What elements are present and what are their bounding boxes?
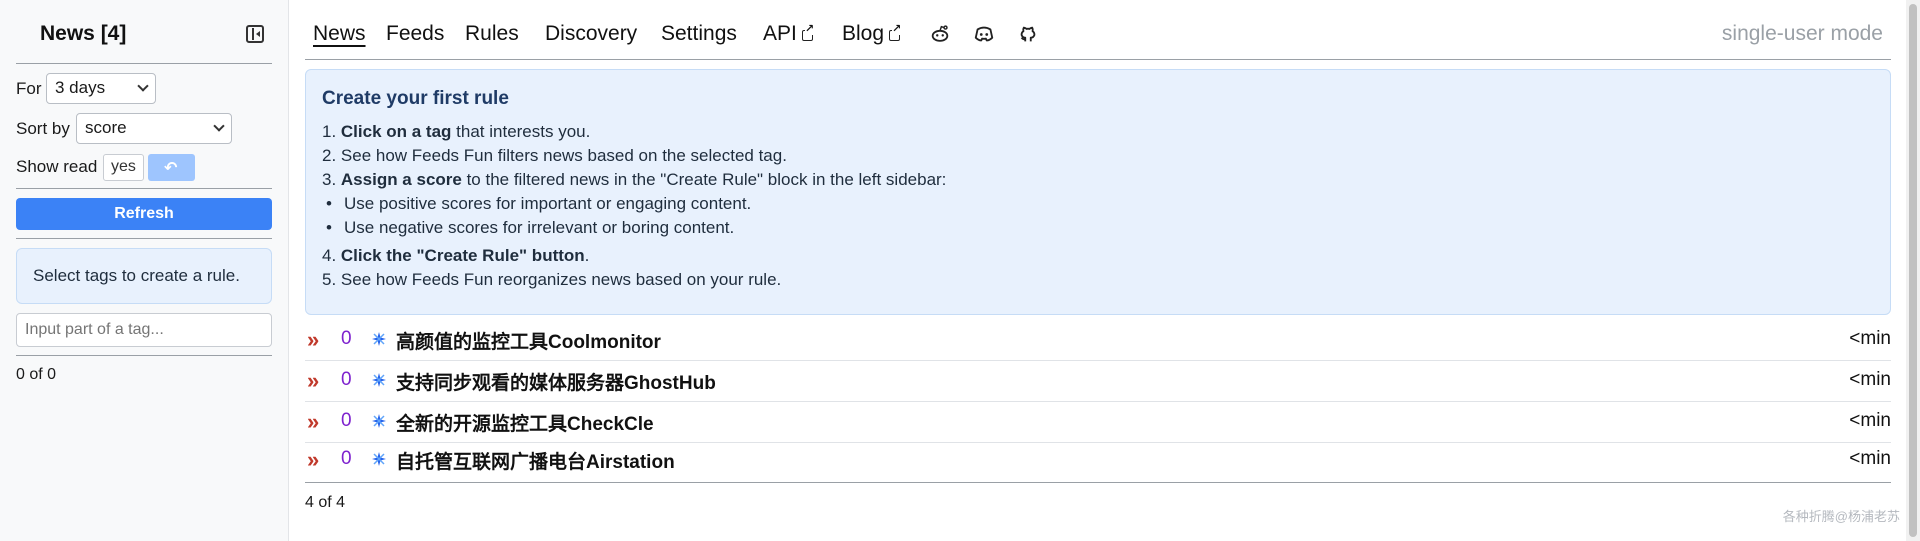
news-score: 0 <box>341 448 352 469</box>
guide-bullet: Use negative scores for irrelevant or bo… <box>326 216 1874 240</box>
first-rule-guide: Create your first rule 1. Click on a tag… <box>305 69 1891 315</box>
news-time: <min <box>1849 328 1891 349</box>
nav-settings[interactable]: Settings <box>661 22 737 46</box>
news-time: <min <box>1849 448 1891 469</box>
watermark: 各种折腾@杨浦老苏 <box>1782 509 1900 524</box>
nav-rules[interactable]: Rules <box>465 22 519 46</box>
guide-step-1: 1. Click on a tag that interests you. <box>322 120 1874 144</box>
guide-step-5: 5. See how Feeds Fun reorganizes news ba… <box>322 270 782 289</box>
step-emphasis: Click the "Create Rule" button <box>340 246 585 265</box>
step-number: 3. <box>322 170 341 189</box>
nav-blog[interactable]: Blog <box>842 22 902 46</box>
step-number: 1. <box>322 122 341 141</box>
main-content: News Feeds Rules Discovery Settings API … <box>289 0 1920 541</box>
step-text: that interests you. <box>451 122 591 141</box>
period-label: For <box>16 79 42 98</box>
chevron-down-icon <box>137 80 149 92</box>
open-arrow-icon[interactable]: » <box>307 327 319 353</box>
undo-button[interactable]: ↶ <box>148 154 195 181</box>
guide-step-2: 2. See how Feeds Fun filters news based … <box>322 146 787 165</box>
guide-title: Create your first rule <box>322 88 509 109</box>
news-score: 0 <box>341 369 352 390</box>
divider <box>16 188 272 189</box>
github-icon[interactable] <box>1017 23 1039 45</box>
news-title[interactable]: 自托管互联网广播电台Airstation <box>396 447 675 474</box>
news-list: » 0 高颜值的监控工具Coolmonitor <min » 0 支持同步观看的… <box>305 320 1891 483</box>
period-value: 3 days <box>55 78 106 97</box>
chevron-down-icon <box>213 120 225 132</box>
news-time: <min <box>1849 410 1891 431</box>
step-emphasis: Click on a tag <box>340 122 452 141</box>
nav-news[interactable]: News <box>313 22 366 46</box>
star-tag-icon <box>372 414 386 428</box>
mode-label: single-user mode <box>1721 22 1883 45</box>
news-score: 0 <box>341 410 352 431</box>
step-text: to the filtered news in the "Create Rule… <box>461 170 947 189</box>
sidebar: News [4] For 3 days Sort by score Show r… <box>0 0 289 541</box>
news-time: <min <box>1849 369 1891 390</box>
nav-feeds[interactable]: Feeds <box>386 22 444 46</box>
news-title[interactable]: 高颜值的监控工具Coolmonitor <box>396 327 661 354</box>
news-score: 0 <box>341 328 352 349</box>
nav-discovery[interactable]: Discovery <box>545 22 637 46</box>
step-text: . <box>584 246 590 265</box>
tag-search-input[interactable] <box>16 313 272 347</box>
guide-step-3: 3. Assign a score to the filtered news i… <box>322 168 1874 192</box>
refresh-button[interactable]: Refresh <box>16 198 272 230</box>
undo-icon: ↶ <box>164 160 178 177</box>
sidebar-collapse-icon[interactable] <box>246 25 264 43</box>
show-read-toggle[interactable]: yes <box>103 154 144 181</box>
news-title[interactable]: 支持同步观看的媒体服务器GhostHub <box>396 368 716 395</box>
news-item[interactable]: » 0 全新的开源监控工具CheckCle <min <box>305 402 1891 443</box>
period-row: For 3 days <box>16 73 272 105</box>
guide-bullet: Use positive scores for important or eng… <box>326 192 1874 216</box>
sidebar-title: News [4] <box>40 22 127 45</box>
rule-hint: Select tags to create a rule. <box>16 248 272 304</box>
guide-step-4: 4. Click the "Create Rule" button. <box>322 244 1874 268</box>
news-item[interactable]: » 0 高颜值的监控工具Coolmonitor <min <box>305 320 1891 361</box>
open-arrow-icon[interactable]: » <box>307 409 319 435</box>
step-number: 4. <box>322 246 341 265</box>
sort-label: Sort by <box>16 119 70 138</box>
scrollbar-thumb[interactable] <box>1909 4 1917 537</box>
news-item[interactable]: » 0 自托管互联网广播电台Airstation <min <box>305 443 1891 483</box>
tag-count: 0 of 0 <box>16 366 57 383</box>
nav-api-label: API <box>763 22 797 45</box>
news-item[interactable]: » 0 支持同步观看的媒体服务器GhostHub <min <box>305 361 1891 402</box>
show-read-row: Show read yes ↶ <box>16 152 272 182</box>
external-link-icon <box>889 24 902 41</box>
nav-blog-label: Blog <box>842 22 885 45</box>
sort-row: Sort by score <box>16 113 272 145</box>
open-arrow-icon[interactable]: » <box>307 447 319 473</box>
guide-bullets: Use positive scores for important or eng… <box>322 192 1874 240</box>
external-link-icon <box>801 24 815 41</box>
divider <box>16 63 272 64</box>
star-tag-icon <box>372 452 386 466</box>
period-select[interactable]: 3 days <box>46 73 156 104</box>
sort-value: score <box>85 118 127 137</box>
news-count: 4 of 4 <box>305 494 346 511</box>
star-tag-icon <box>372 332 386 346</box>
news-title[interactable]: 全新的开源监控工具CheckCle <box>396 409 654 436</box>
nav-api[interactable]: API <box>763 22 815 46</box>
show-read-label: Show read <box>16 157 98 176</box>
discord-icon[interactable] <box>973 23 995 45</box>
open-arrow-icon[interactable]: » <box>307 368 319 394</box>
reddit-icon[interactable] <box>929 23 951 45</box>
top-nav: News Feeds Rules Discovery Settings API … <box>305 18 1891 60</box>
sort-select[interactable]: score <box>76 113 232 144</box>
scrollbar[interactable] <box>1906 0 1920 541</box>
sidebar-header: News [4] <box>16 18 272 54</box>
divider <box>16 238 272 239</box>
divider <box>16 355 272 356</box>
star-tag-icon <box>372 373 386 387</box>
step-emphasis: Assign a score <box>340 170 462 189</box>
